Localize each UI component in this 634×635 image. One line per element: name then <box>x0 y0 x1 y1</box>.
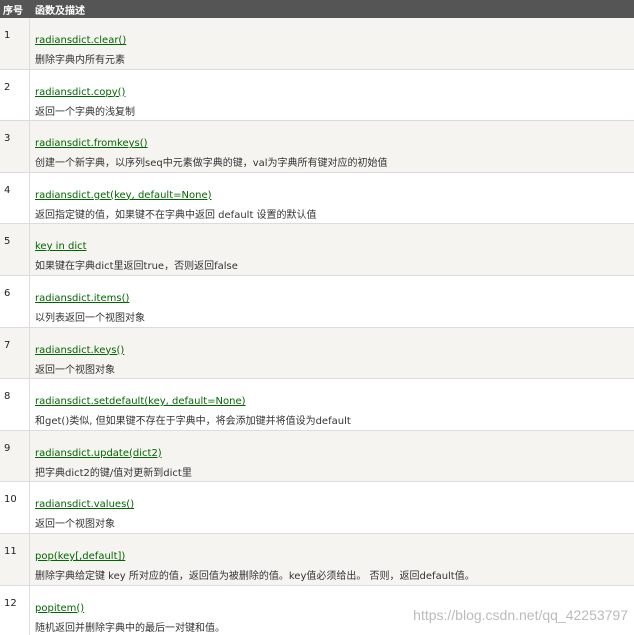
function-description: 返回一个字典的浅复制 <box>35 106 135 118</box>
function-description: 返回一个视图对象 <box>35 364 115 376</box>
row-content: radiansdict.fromkeys() 创建一个新字典，以序列seq中元素… <box>30 121 634 172</box>
row-number: 1 <box>0 18 30 69</box>
table-row: 8 radiansdict.setdefault(key, default=No… <box>0 379 634 431</box>
row-content: radiansdict.values() 返回一个视图对象 <box>30 482 634 533</box>
table-row: 2 radiansdict.copy() 返回一个字典的浅复制 <box>0 69 634 122</box>
row-content: radiansdict.items() 以列表返回一个视图对象 <box>30 276 634 327</box>
row-number: 6 <box>0 275 30 327</box>
page: 序号 函数及描述 1 radiansdict.clear() 删除字典内所有元素… <box>0 0 634 635</box>
function-link-items[interactable]: radiansdict.items() <box>35 293 129 305</box>
row-content: radiansdict.update(dict2) 把字典dict2的键/值对更… <box>30 431 634 482</box>
function-link-keys[interactable]: radiansdict.keys() <box>35 345 124 357</box>
table-row: 9 radiansdict.update(dict2) 把字典dict2的键/值… <box>0 430 634 483</box>
function-description: 创建一个新字典，以序列seq中元素做字典的键，val为字典所有键对应的初始值 <box>35 158 388 170</box>
row-content: radiansdict.keys() 返回一个视图对象 <box>30 328 634 379</box>
function-link-fromkeys[interactable]: radiansdict.fromkeys() <box>35 138 148 150</box>
row-number: 11 <box>0 533 30 585</box>
function-link-setdefault[interactable]: radiansdict.setdefault(key, default=None… <box>35 396 246 408</box>
function-link-clear[interactable]: radiansdict.clear() <box>35 35 126 47</box>
function-link-values[interactable]: radiansdict.values() <box>35 499 134 511</box>
watermark-url: https://blog.csdn.net/qq_42253797 <box>413 607 628 623</box>
table-row: 4 radiansdict.get(key, default=None) 返回指… <box>0 172 634 225</box>
table-header: 序号 函数及描述 <box>0 0 634 18</box>
table-row: 6 radiansdict.items() 以列表返回一个视图对象 <box>0 275 634 328</box>
row-number: 4 <box>0 172 30 224</box>
row-content: radiansdict.copy() 返回一个字典的浅复制 <box>30 70 634 121</box>
function-link-pop[interactable]: pop(key[,default]) <box>35 551 125 563</box>
table-body: 1 radiansdict.clear() 删除字典内所有元素 2 radian… <box>0 18 634 635</box>
function-description: 删除字典内所有元素 <box>35 55 125 66</box>
column-header-number: 序号 <box>3 5 23 17</box>
function-link-copy[interactable]: radiansdict.copy() <box>35 87 125 99</box>
row-number: 7 <box>0 327 30 379</box>
row-content: pop(key[,default]) 删除字典给定键 key 所对应的值，返回值… <box>30 534 634 585</box>
function-description: 返回一个视图对象 <box>35 519 115 531</box>
row-content: key in dict 如果键在字典dict里返回true，否则返回false <box>30 224 634 275</box>
function-description: 返回指定键的值，如果键不在字典中返回 default 设置的默认值 <box>35 209 317 221</box>
function-link-popitem[interactable]: popitem() <box>35 603 84 615</box>
row-number: 12 <box>0 585 30 635</box>
row-number: 8 <box>0 379 30 430</box>
table-row: 10 radiansdict.values() 返回一个视图对象 <box>0 482 634 534</box>
function-description: 以列表返回一个视图对象 <box>35 312 145 324</box>
table-row: 7 radiansdict.keys() 返回一个视图对象 <box>0 327 634 380</box>
function-description: 随机返回并删除字典中的最后一对键和值。 <box>35 622 225 634</box>
function-description: 和get()类似, 但如果键不存在于字典中，将会添加键并将值设为default <box>35 416 351 428</box>
row-content: radiansdict.get(key, default=None) 返回指定键… <box>30 173 634 224</box>
table-row: 11 pop(key[,default]) 删除字典给定键 key 所对应的值，… <box>0 533 634 586</box>
row-number: 9 <box>0 430 30 482</box>
row-content: radiansdict.setdefault(key, default=None… <box>30 379 634 430</box>
row-content: radiansdict.clear() 删除字典内所有元素 <box>30 18 634 69</box>
row-number: 3 <box>0 121 30 172</box>
function-description: 如果键在字典dict里返回true，否则返回false <box>35 261 238 273</box>
table-row: 3 radiansdict.fromkeys() 创建一个新字典，以序列seq中… <box>0 121 634 173</box>
row-number: 5 <box>0 224 30 275</box>
row-number: 2 <box>0 69 30 121</box>
column-header-description: 函数及描述 <box>35 5 85 17</box>
row-number: 10 <box>0 482 30 533</box>
function-link-get[interactable]: radiansdict.get(key, default=None) <box>35 190 212 202</box>
table-row: 5 key in dict 如果键在字典dict里返回true，否则返回fals… <box>0 224 634 276</box>
function-link-update[interactable]: radiansdict.update(dict2) <box>35 448 162 460</box>
function-description: 把字典dict2的键/值对更新到dict里 <box>35 467 192 479</box>
function-link-key-in-dict[interactable]: key in dict <box>35 241 87 253</box>
function-description: 删除字典给定键 key 所对应的值，返回值为被删除的值。key值必须给出。 否则… <box>35 570 475 582</box>
table-row: 1 radiansdict.clear() 删除字典内所有元素 <box>0 18 634 70</box>
